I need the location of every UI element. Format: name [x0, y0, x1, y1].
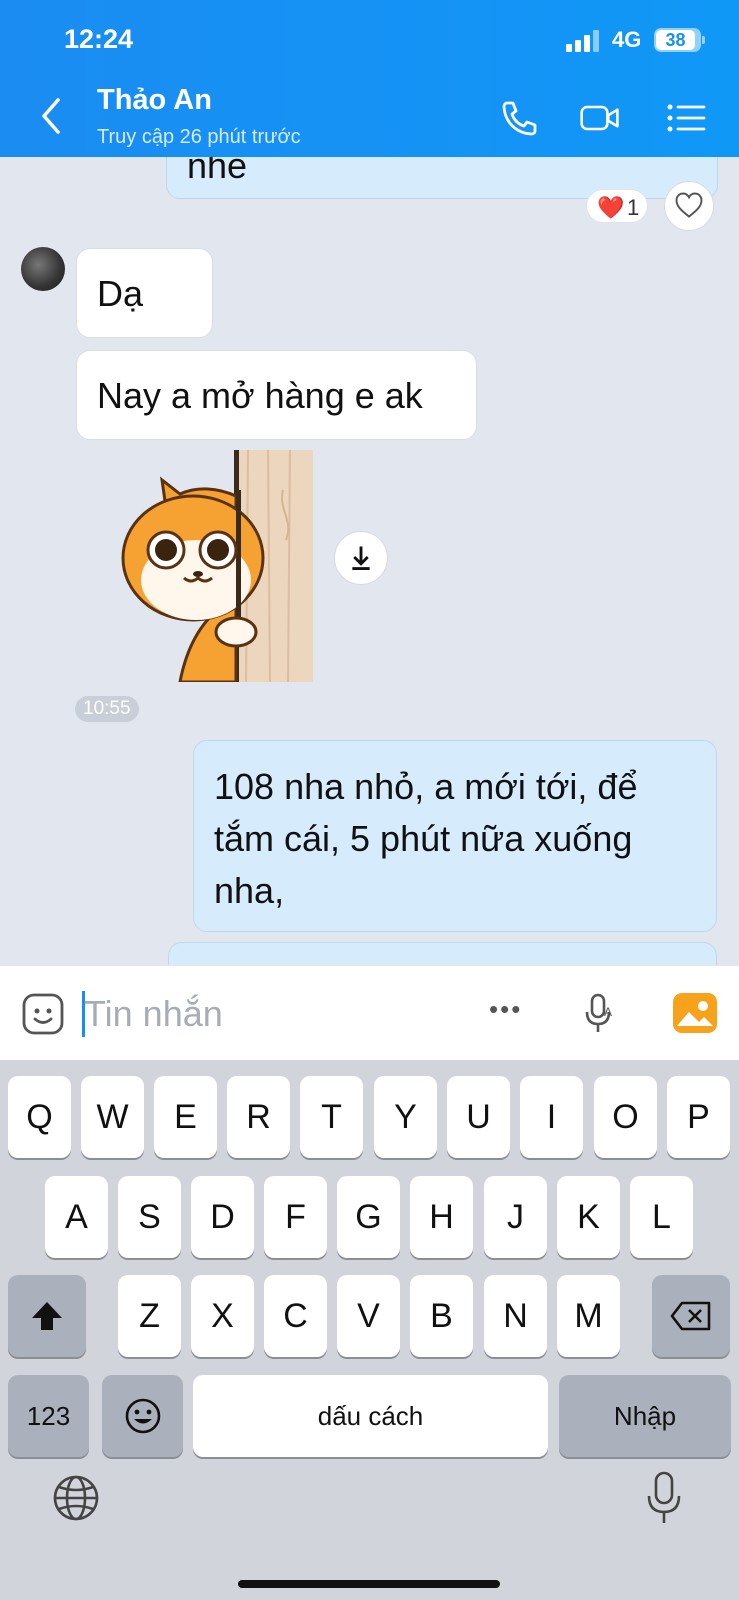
network-label: 4G — [612, 27, 642, 52]
reaction-count: 1 — [627, 195, 640, 220]
message-line: tắm cái, 5 phút nữa xuống — [214, 818, 633, 859]
more-options-icon[interactable]: ••• — [489, 994, 522, 1025]
image-gallery-icon[interactable] — [672, 992, 718, 1034]
key-n[interactable]: N — [484, 1275, 547, 1357]
message-bubble-outgoing[interactable]: 108 nha nhỏ, a mới tới, để tắm cái, 5 ph… — [193, 740, 717, 932]
message-line: nha, — [214, 870, 285, 911]
menu-list-icon[interactable] — [664, 98, 708, 138]
emoji-face-icon — [125, 1398, 160, 1434]
shift-key[interactable] — [8, 1275, 86, 1357]
key-b[interactable]: B — [410, 1275, 473, 1357]
key-i[interactable]: I — [520, 1076, 583, 1158]
battery-icon: 38 — [654, 28, 705, 52]
onscreen-keyboard: Q W E R T Y U I O P A S D F G H J K L Z … — [0, 1060, 739, 1600]
chat-header: 12:24 4G 38 Thảo An Truy cập 26 phút trư… — [0, 0, 739, 157]
key-r[interactable]: R — [227, 1076, 290, 1158]
message-line: 108 nha nhỏ, a mới tới, để — [214, 766, 638, 807]
return-key[interactable]: Nhập — [559, 1375, 731, 1457]
key-h[interactable]: H — [410, 1176, 473, 1258]
key-f[interactable]: F — [264, 1176, 327, 1258]
signal-icon — [566, 30, 599, 52]
key-j[interactable]: J — [484, 1176, 547, 1258]
message-input-bar: Tin nhắn ••• A — [0, 965, 739, 1060]
back-icon[interactable] — [36, 96, 66, 136]
heart-reaction-icon: ❤️ — [597, 195, 625, 220]
key-u[interactable]: U — [447, 1076, 510, 1158]
key-q[interactable]: Q — [8, 1076, 71, 1158]
key-p[interactable]: P — [667, 1076, 730, 1158]
phone-call-icon[interactable] — [498, 98, 542, 138]
key-a[interactable]: A — [45, 1176, 108, 1258]
emoji-key[interactable] — [102, 1375, 183, 1457]
shift-arrow-icon — [32, 1302, 62, 1330]
voice-to-text-icon[interactable]: A — [584, 992, 618, 1036]
shiba-sticker-image[interactable] — [118, 450, 313, 682]
key-x[interactable]: X — [191, 1275, 254, 1357]
key-t[interactable]: T — [300, 1076, 363, 1158]
key-g[interactable]: G — [337, 1176, 400, 1258]
battery-level: 38 — [656, 30, 695, 50]
message-text: nhé — [187, 157, 248, 186]
message-bubble-outgoing[interactable] — [168, 942, 717, 965]
avatar[interactable] — [21, 247, 65, 291]
status-time: 12:24 — [64, 24, 134, 54]
emoji-sticker-icon[interactable] — [21, 992, 65, 1036]
backspace-key[interactable] — [652, 1275, 730, 1357]
key-k[interactable]: K — [557, 1176, 620, 1258]
key-d[interactable]: D — [191, 1176, 254, 1258]
svg-text:A: A — [604, 1005, 612, 1019]
key-y[interactable]: Y — [374, 1076, 437, 1158]
dictation-mic-icon[interactable] — [646, 1470, 682, 1526]
key-z[interactable]: Z — [118, 1275, 181, 1357]
backspace-icon — [670, 1301, 711, 1331]
numbers-key[interactable]: 123 — [8, 1375, 89, 1457]
home-indicator — [238, 1580, 500, 1588]
heart-like-icon[interactable] — [664, 181, 714, 231]
video-call-icon[interactable] — [578, 98, 622, 138]
key-v[interactable]: V — [337, 1275, 400, 1357]
message-input[interactable]: Tin nhắn — [84, 993, 223, 1035]
space-key[interactable]: dấu cách — [193, 1375, 548, 1457]
key-m[interactable]: M — [557, 1275, 620, 1357]
key-c[interactable]: C — [264, 1275, 327, 1357]
key-l[interactable]: L — [630, 1176, 693, 1258]
key-o[interactable]: O — [594, 1076, 657, 1158]
key-s[interactable]: S — [118, 1176, 181, 1258]
reaction-badge[interactable]: ❤️ 1 — [586, 189, 648, 223]
last-seen-status: Truy cập 26 phút trước — [97, 126, 301, 148]
message-bubble-incoming[interactable]: Dạ — [76, 248, 213, 338]
globe-icon[interactable] — [51, 1473, 101, 1523]
key-e[interactable]: E — [154, 1076, 217, 1158]
key-w[interactable]: W — [81, 1076, 144, 1158]
contact-name[interactable]: Thảo An — [97, 84, 212, 117]
message-timestamp: 10:55 — [75, 696, 139, 722]
message-text: Nay a mở hàng e ak — [97, 375, 423, 416]
message-text: Dạ — [97, 273, 144, 314]
chat-area[interactable]: nhé ❤️ 1 Dạ Nay a mở hàng e ak 10:55 108… — [0, 157, 739, 965]
download-icon[interactable] — [334, 531, 388, 585]
message-bubble-incoming[interactable]: Nay a mở hàng e ak — [76, 350, 477, 440]
